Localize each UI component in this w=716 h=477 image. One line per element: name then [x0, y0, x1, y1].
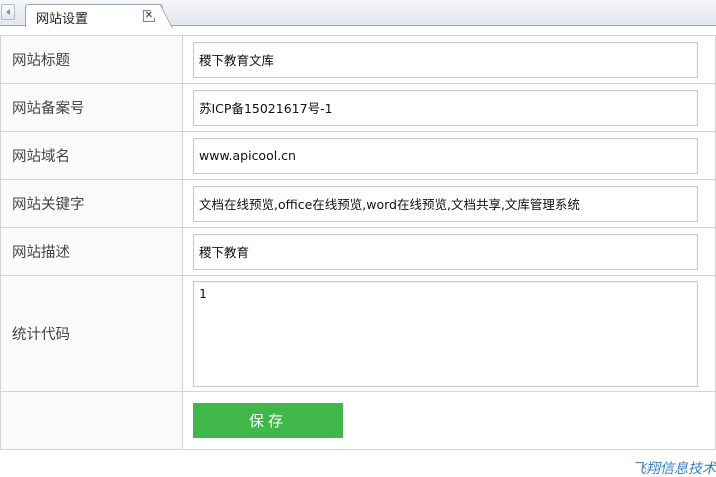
- settings-form: 网站标题 网站备案号 网站域名 网站关键字 网站描述 统计代码 1: [0, 35, 716, 450]
- site-keywords-input[interactable]: [193, 185, 698, 222]
- site-keywords-label: 网站关键字: [0, 179, 183, 228]
- site-domain-input[interactable]: [193, 137, 698, 174]
- site-domain-label: 网站域名: [0, 131, 183, 180]
- tab-website-settings[interactable]: 网站设置 ✕: [25, 4, 163, 27]
- form-row-domain: 网站域名: [0, 131, 716, 180]
- site-title-label: 网站标题: [0, 35, 183, 84]
- empty-label-cell: [0, 391, 183, 450]
- tab-scroll-left-icon[interactable]: [1, 4, 15, 20]
- close-icon[interactable]: ✕: [143, 10, 155, 22]
- form-row-stats: 统计代码 1: [0, 275, 716, 392]
- site-title-input[interactable]: [193, 41, 698, 78]
- save-button[interactable]: 保存: [193, 403, 343, 438]
- form-row-title: 网站标题: [0, 35, 716, 84]
- form-row-icp: 网站备案号: [0, 83, 716, 132]
- form-row-keywords: 网站关键字: [0, 179, 716, 228]
- site-description-label: 网站描述: [0, 227, 183, 276]
- icp-number-label: 网站备案号: [0, 83, 183, 132]
- icp-number-input[interactable]: [193, 89, 698, 126]
- tab-label: 网站设置: [36, 12, 89, 27]
- form-row-actions: 保存: [0, 391, 716, 450]
- stats-code-textarea[interactable]: 1: [193, 280, 698, 387]
- site-description-input[interactable]: [193, 233, 698, 270]
- stats-code-label: 统计代码: [0, 275, 183, 392]
- tab-bar: 网站设置 ✕: [0, 0, 716, 27]
- footer-brand: 飞翔信息技术: [632, 461, 716, 477]
- form-row-description: 网站描述: [0, 227, 716, 276]
